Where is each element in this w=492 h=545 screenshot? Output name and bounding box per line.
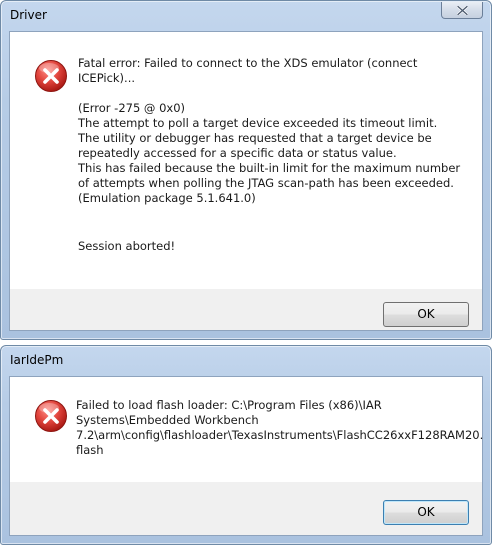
error-message: Fatal error: Failed to connect to the XD… bbox=[78, 56, 478, 254]
title-bar[interactable]: IarIdePm bbox=[1, 346, 491, 376]
error-heading: Fatal error: Failed to connect to the XD… bbox=[78, 56, 418, 85]
title-bar[interactable]: Driver bbox=[1, 1, 491, 31]
message-area: Failed to load flash loader: C:\Program … bbox=[10, 377, 484, 482]
message-line: The attempt to poll a target device exce… bbox=[78, 116, 438, 130]
error-icon bbox=[35, 60, 67, 92]
dialog-title: Driver bbox=[10, 8, 47, 22]
dialog-title: IarIdePm bbox=[10, 353, 64, 367]
error-code-line: (Error -275 @ 0x0) bbox=[78, 101, 186, 115]
message-line: The utility or debugger has requested th… bbox=[78, 131, 432, 145]
ok-button[interactable]: OK bbox=[383, 500, 469, 525]
iaridepm-dialog: IarIdePm Failed to load flash loader: C:… bbox=[0, 345, 492, 545]
session-aborted-text: Session aborted! bbox=[78, 239, 176, 253]
error-message: Failed to load flash loader: C:\Program … bbox=[76, 398, 484, 458]
message-area: Fatal error: Failed to connect to the XD… bbox=[10, 32, 482, 289]
message-line: repeatedly accessed for a specific data … bbox=[78, 146, 397, 160]
message-line: of attempts when polling the JTAG scan-p… bbox=[78, 176, 454, 190]
message-line: 7.2\arm\config\flashloader\TexasInstrume… bbox=[76, 428, 484, 442]
driver-dialog: Driver Fatal error: Failed to connect to… bbox=[0, 0, 492, 340]
message-line: Systems\Embedded Workbench bbox=[76, 413, 259, 427]
dialog-body: Failed to load flash loader: C:\Program … bbox=[9, 376, 483, 536]
message-line: flash bbox=[76, 443, 104, 457]
close-icon bbox=[457, 6, 468, 15]
close-button[interactable] bbox=[441, 2, 483, 19]
dialog-body: Fatal error: Failed to connect to the XD… bbox=[9, 31, 483, 331]
message-line: Failed to load flash loader: C:\Program … bbox=[76, 398, 382, 412]
ok-button[interactable]: OK bbox=[383, 302, 469, 327]
error-icon bbox=[35, 400, 67, 432]
message-line: This has failed because the built-in lim… bbox=[78, 161, 461, 175]
emulation-package-line: (Emulation package 5.1.641.0) bbox=[78, 191, 256, 205]
